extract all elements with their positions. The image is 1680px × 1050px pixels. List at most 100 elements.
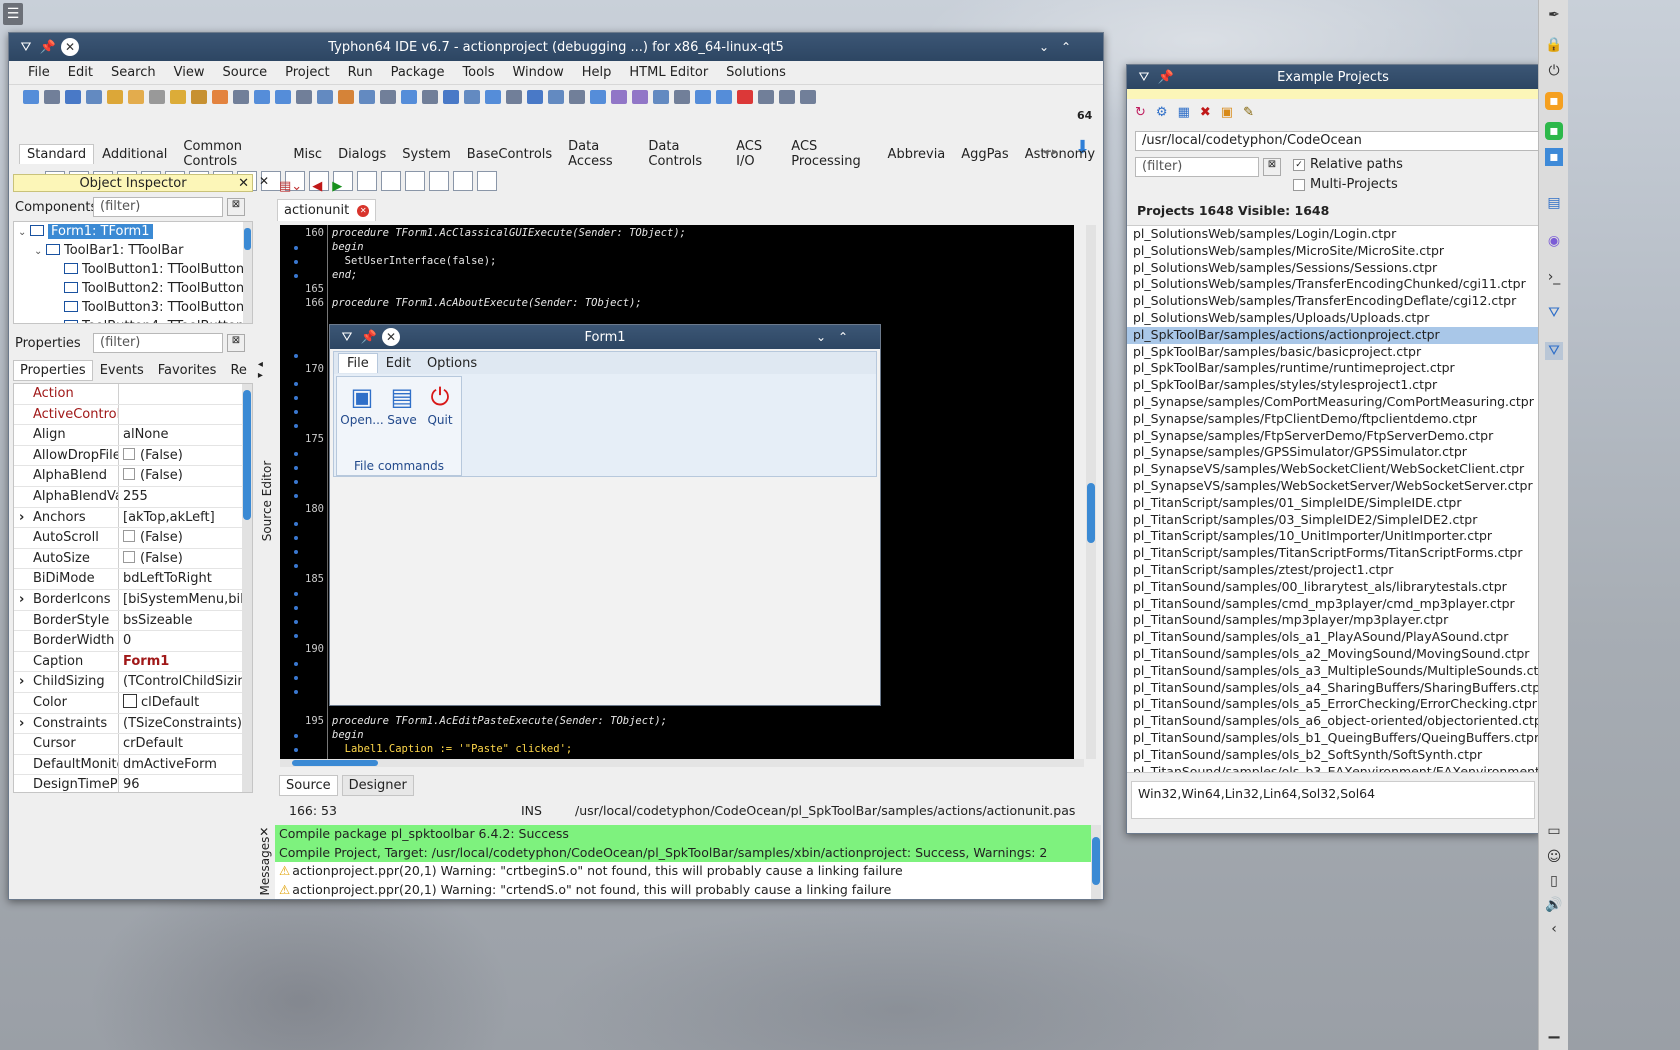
toolbar-tool-icon[interactable] [548,90,564,104]
property-row[interactable]: AutoSize (False) [14,548,252,570]
project-item[interactable]: pl_SolutionsWeb/samples/Sessions/Session… [1127,260,1539,277]
breakpoint-dot[interactable] [294,410,298,414]
property-value[interactable]: (False) [118,466,252,486]
clipboard-icon[interactable]: ▯ [1545,872,1563,890]
menu-help[interactable]: Help [573,65,621,80]
toolbar-tool-icon[interactable] [674,90,690,104]
toolbar-tool-icon[interactable] [485,90,501,104]
property-row[interactable]: Action [14,384,252,405]
property-scrollbar[interactable] [242,384,252,792]
browser-icon[interactable]: ◉ [1545,232,1563,250]
project-item[interactable]: pl_SolutionsWeb/samples/Login/Login.ctpr [1127,226,1539,243]
project-item[interactable]: pl_TitanSound/samples/ols_b3_EAXenvironm… [1127,764,1539,773]
property-value[interactable]: bdLeftToRight [118,569,252,589]
menu-window[interactable]: Window [503,65,572,80]
close-tab-icon[interactable]: ✕ [357,204,370,217]
project-item[interactable]: pl_TitanSound/samples/ols_a5_ErrorChecki… [1127,696,1539,713]
project-item[interactable]: pl_SolutionsWeb/samples/TransferEncoding… [1127,276,1539,293]
toolbar-tool-icon[interactable] [107,90,123,104]
property-row[interactable]: ActiveControl [14,404,252,426]
back-arrow-icon[interactable]: ◀ [312,179,322,194]
project-item[interactable]: pl_TitanSound/samples/ols_a2_MovingSound… [1127,646,1539,663]
breakpoint-dot[interactable] [294,246,298,250]
toolbar-tool-icon[interactable] [317,90,333,104]
project-item[interactable]: pl_TitanScript/samples/10_UnitImporter/U… [1127,528,1539,545]
spk-tab-options[interactable]: Options [419,354,485,373]
project-item[interactable]: pl_SpkToolBar/samples/styles/stylesproje… [1127,377,1539,394]
toolbar-tool-icon[interactable] [716,90,732,104]
project-item[interactable]: pl_TitanSound/samples/00_librarytest_als… [1127,579,1539,596]
project-item[interactable]: pl_TitanSound/samples/ols_b2_SoftSynth/S… [1127,747,1539,764]
examples-pin-icon[interactable]: 📌 [1157,68,1175,86]
checkbox-icon[interactable] [123,447,135,460]
toolbar-tool-icon[interactable] [338,90,354,104]
property-value[interactable]: 0 [118,631,252,651]
menu-project[interactable]: Project [276,65,338,80]
palette-tab-acs-i-o[interactable]: ACS I/O [728,136,783,172]
inspector-tab-properties[interactable]: Properties [13,359,93,381]
property-value[interactable]: (TControlChildSizing) [118,672,252,692]
message-row[interactable]: ⚠ actionproject.ppr(20,1) Warning: "crten… [275,881,1091,899]
toolbar-tool-icon[interactable] [590,90,606,104]
toolbar-tool-icon[interactable] [611,90,627,104]
toolbar-tool-icon[interactable] [758,90,774,104]
project-item[interactable]: pl_SolutionsWeb/samples/TransferEncoding… [1127,293,1539,310]
palette-tab-misc[interactable]: Misc [285,144,330,165]
property-value[interactable]: Form1 [118,651,252,672]
palette-tab-system[interactable]: System [394,144,458,165]
breakpoint-dot[interactable] [294,424,298,428]
property-value[interactable]: [biSystemMenu,biMi [118,589,252,610]
inspector-tab-events[interactable]: Events [93,360,151,381]
toolbar-tool-icon[interactable] [569,90,585,104]
volume-icon[interactable]: 🔊 [1545,896,1563,914]
breakpoint-dot[interactable] [294,260,298,264]
toolbar-tool-icon[interactable] [464,90,480,104]
property-row[interactable]: DefaultMonitor dmActiveForm [14,754,252,776]
form1-maximize-button[interactable]: ⌃ [834,328,852,346]
tree-node[interactable]: ToolButton1: TToolButton [18,260,252,279]
folder-icon[interactable]: ▣ [1221,105,1233,123]
toolbar-tool-icon[interactable] [800,90,816,104]
menu-html-editor[interactable]: HTML Editor [620,65,717,80]
inspector-tab-favorites[interactable]: Favorites [151,360,224,381]
toolbar-tool-icon[interactable] [653,90,669,104]
terminal-icon[interactable]: ›_ [1545,268,1563,286]
palette-tab-acs-processing[interactable]: ACS Processing [783,136,879,172]
palette-tab-standard[interactable]: Standard [19,144,95,164]
project-item[interactable]: pl_SpkToolBar/samples/runtime/runtimepro… [1127,360,1539,377]
property-row[interactable]: AlphaBlendValue 255 [14,486,252,508]
close-button[interactable]: ✕ [61,38,79,56]
breakpoint-dot[interactable] [294,466,298,470]
toolbar-tool-icon[interactable] [779,90,795,104]
breakpoint-dot[interactable] [294,748,298,752]
property-row[interactable]: Caption Form1 [14,651,252,673]
property-row[interactable]: Cursor crDefault [14,734,252,755]
menu-package[interactable]: Package [382,65,454,80]
tree-node[interactable]: ToolButton3: TToolButton [18,298,252,317]
property-value[interactable]: bsSizeable [118,610,252,631]
property-value[interactable]: 255 [118,486,252,507]
settings-icon[interactable]: ✎ [1243,105,1254,123]
project-item[interactable]: pl_TitanSound/samples/cmd_mp3player/cmd_… [1127,596,1539,613]
breakpoint-dot[interactable] [294,494,298,498]
palette-scroll-icon[interactable]: ◂ ▸ [1043,145,1058,158]
project-item[interactable]: pl_SolutionsWeb/samples/MicroSite/MicroS… [1127,243,1539,260]
checkbox-icon[interactable] [123,550,135,563]
property-row[interactable]: BiDiMode bdLeftToRight [14,569,252,590]
examples-path-input[interactable]: /usr/local/codetyphon/CodeOcean [1135,131,1539,151]
user-icon[interactable]: ☺ [1545,848,1563,866]
project-item[interactable]: pl_Synapse/samples/ComPortMeasuring/ComP… [1127,394,1539,411]
menu-edit[interactable]: Edit [59,65,102,80]
quit-button[interactable]: ⏻ Quit [425,383,455,427]
toolbar-tool-icon[interactable] [65,90,81,104]
editor-tab[interactable]: actionunit ✕ [277,199,377,221]
save-button[interactable]: ▤ Save [387,383,417,427]
component-icon[interactable] [381,171,401,191]
breakpoint-dot[interactable] [294,354,298,358]
property-value[interactable]: crDefault [118,734,252,754]
palette-tab-aggpas[interactable]: AggPas [953,144,1016,165]
tree-scrollbar[interactable] [243,222,252,323]
project-item[interactable]: pl_SynapseVS/samples/WebSocketServer/Web… [1127,478,1539,495]
property-row[interactable]: DesignTimePPI 96 [14,775,252,792]
checkbox-icon[interactable] [123,530,135,543]
